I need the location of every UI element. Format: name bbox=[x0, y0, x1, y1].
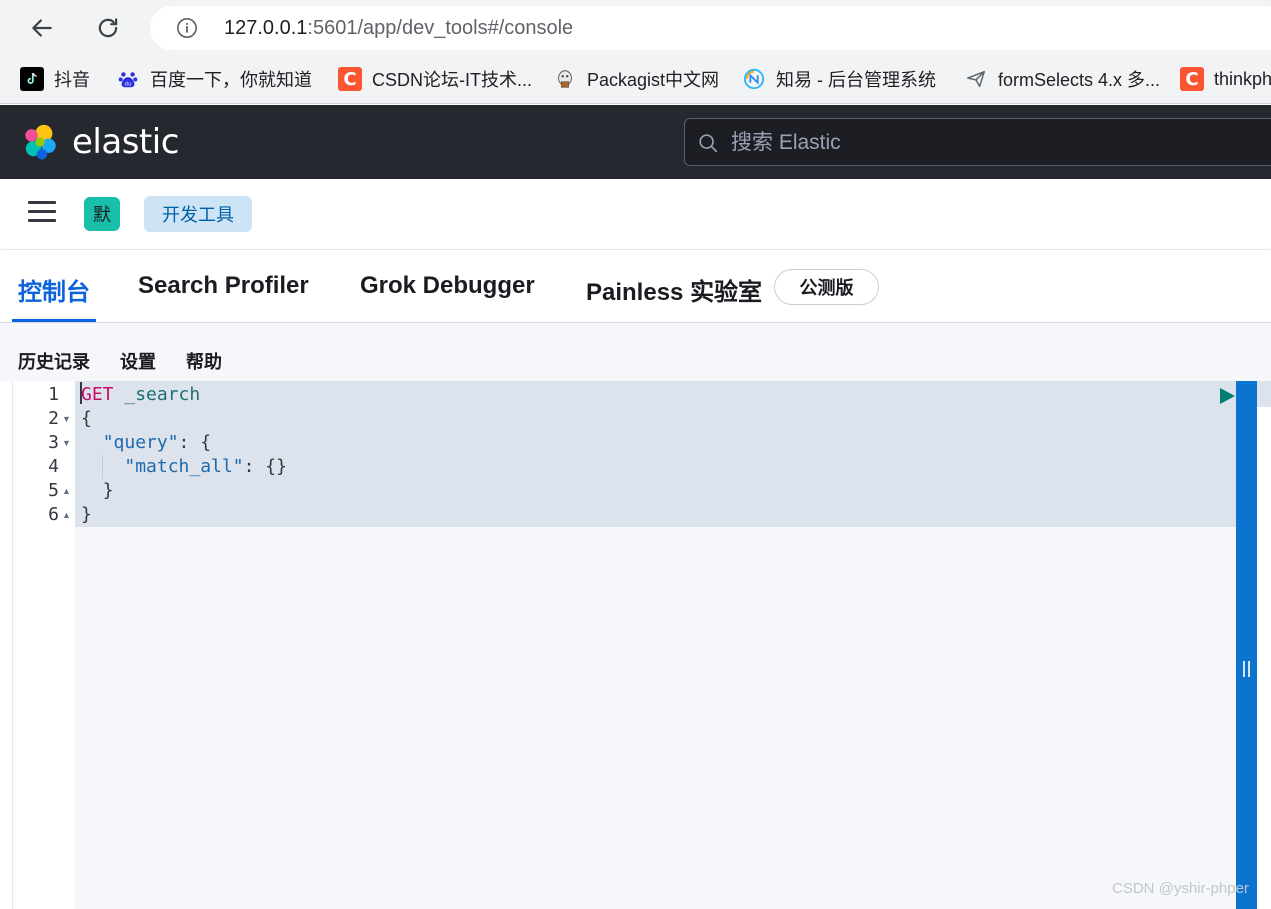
code-punctuation: : { bbox=[178, 432, 212, 453]
csdn-icon: C bbox=[338, 67, 362, 91]
search-icon bbox=[699, 134, 718, 153]
address-bar[interactable]: 127.0.0.1:5601/app/dev_tools#/console bbox=[150, 6, 1271, 50]
line-number: 6 bbox=[48, 504, 59, 525]
code-line-1: GET _search bbox=[81, 383, 200, 407]
bookmark-label: thinkph bbox=[1214, 68, 1271, 89]
output-highlight-strip bbox=[1257, 381, 1271, 407]
line-number: 2 bbox=[48, 408, 59, 429]
tab-painless-lab[interactable]: Painless 实验室 bbox=[586, 272, 762, 307]
bookmark-label: CSDN论坛-IT技术... bbox=[372, 70, 532, 90]
fold-close-icon[interactable]: ▲ bbox=[62, 479, 71, 503]
info-icon[interactable] bbox=[176, 17, 198, 39]
tiktok-icon bbox=[20, 67, 44, 91]
json-key: "query" bbox=[102, 432, 179, 453]
svg-text:du: du bbox=[125, 81, 132, 87]
url-host: 127.0.0.1 bbox=[224, 17, 308, 39]
breadcrumb-bar: 默 开发工具 bbox=[0, 179, 1271, 249]
panel-resizer[interactable] bbox=[1236, 381, 1257, 909]
play-icon[interactable] bbox=[1218, 387, 1236, 405]
back-button[interactable] bbox=[26, 12, 58, 44]
bookmark-douyin[interactable]: 抖音 bbox=[20, 66, 90, 92]
search-input[interactable] bbox=[731, 128, 1251, 158]
reload-button[interactable] bbox=[92, 12, 124, 44]
help-link[interactable]: 帮助 bbox=[186, 348, 222, 374]
line-number: 1 bbox=[48, 384, 59, 405]
menu-line bbox=[28, 210, 56, 213]
code-punctuation: : {} bbox=[243, 456, 287, 477]
bookmarks-bar: 抖音 du 百度一下，你就知道 C CSDN论坛-IT技术... Packagi… bbox=[0, 56, 1271, 104]
kibana-header: elastic bbox=[0, 105, 1271, 179]
console-editor[interactable]: 1 2 ▼ 3 ▼ 4 5 ▲ 6 ▲ GET _search { "query… bbox=[12, 381, 1266, 909]
baidu-paw-icon: du bbox=[116, 67, 140, 91]
history-link[interactable]: 历史记录 bbox=[18, 348, 90, 374]
bookmark-label: 百度一下，你就知道 bbox=[150, 70, 312, 90]
beta-badge: 公测版 bbox=[774, 269, 879, 305]
code-brace: } bbox=[81, 504, 92, 525]
arrow-left-icon bbox=[32, 19, 52, 37]
settings-link[interactable]: 设置 bbox=[120, 348, 156, 374]
drag-handle-icon[interactable] bbox=[1243, 661, 1250, 677]
line-number: 3 bbox=[48, 432, 59, 453]
bookmark-formselects[interactable]: formSelects 4.x 多... bbox=[964, 66, 1160, 92]
reload-icon bbox=[98, 18, 118, 38]
code-brace: } bbox=[102, 480, 114, 501]
bookmark-thinkphp[interactable]: C thinkph bbox=[1180, 66, 1271, 92]
fold-close-icon[interactable]: ▲ bbox=[62, 503, 71, 527]
code-line-5: } bbox=[81, 479, 114, 503]
bookmark-baidu[interactable]: du 百度一下，你就知道 bbox=[116, 66, 312, 92]
request-path: _search bbox=[113, 384, 201, 405]
url-text: 127.0.0.1:5601/app/dev_tools#/console bbox=[224, 17, 573, 40]
code-line-4: "match_all": {} bbox=[81, 455, 287, 479]
breadcrumb-dev-tools[interactable]: 开发工具 bbox=[144, 196, 252, 232]
bookmark-packagist[interactable]: Packagist中文网 bbox=[553, 66, 719, 92]
packagist-icon bbox=[553, 67, 577, 91]
menu-line bbox=[28, 219, 56, 222]
console-menu: 历史记录 设置 帮助 bbox=[0, 323, 1271, 381]
bookmark-label: formSelects 4.x 多... bbox=[998, 70, 1161, 90]
tab-console[interactable]: 控制台 bbox=[18, 272, 90, 307]
editor-gutter: 1 2 ▼ 3 ▼ 4 5 ▲ 6 ▲ bbox=[12, 381, 75, 909]
dev-tools-tabs: 控制台 Search Profiler Grok Debugger Painle… bbox=[0, 250, 1271, 323]
url-path: :5601/app/dev_tools#/console bbox=[307, 17, 574, 39]
bookmark-zhiyi[interactable]: 知易 - 后台管理系统 bbox=[742, 66, 936, 92]
active-tab-indicator bbox=[12, 319, 96, 322]
space-avatar[interactable]: 默 bbox=[84, 197, 120, 231]
code-brace: { bbox=[81, 408, 92, 429]
tab-grok-debugger[interactable]: Grok Debugger bbox=[360, 272, 535, 300]
browser-toolbar: 127.0.0.1:5601/app/dev_tools#/console bbox=[0, 0, 1271, 56]
code-line-6: } bbox=[81, 503, 92, 527]
code-line-2: { bbox=[81, 407, 92, 431]
http-method: GET bbox=[81, 384, 114, 405]
bookmark-label: 抖音 bbox=[54, 70, 90, 90]
bookmark-csdn[interactable]: C CSDN论坛-IT技术... bbox=[338, 66, 532, 92]
json-key: "match_all" bbox=[124, 456, 244, 477]
zhiyi-icon bbox=[742, 67, 766, 91]
code-line-3: "query": { bbox=[81, 431, 211, 455]
menu-line bbox=[28, 201, 56, 204]
code-area[interactable]: GET _search { "query": { "match_all": {}… bbox=[75, 381, 1266, 909]
request-highlight bbox=[75, 381, 1236, 527]
output-panel-edge bbox=[1257, 381, 1271, 909]
fold-open-icon[interactable]: ▼ bbox=[62, 431, 71, 455]
global-search[interactable] bbox=[684, 118, 1271, 166]
csdn-icon: C bbox=[1180, 67, 1204, 91]
brand-name[interactable]: elastic bbox=[72, 122, 179, 162]
watermark: CSDN @yshir-phper bbox=[1112, 880, 1249, 897]
bookmark-label: 知易 - 后台管理系统 bbox=[776, 70, 936, 90]
fold-open-icon[interactable]: ▼ bbox=[62, 407, 71, 431]
paper-plane-icon bbox=[964, 67, 988, 91]
bookmark-label: Packagist中文网 bbox=[587, 70, 720, 90]
line-number: 4 bbox=[48, 456, 59, 477]
tab-search-profiler[interactable]: Search Profiler bbox=[138, 272, 309, 300]
elastic-logo-icon[interactable] bbox=[22, 123, 60, 161]
hamburger-menu-button[interactable] bbox=[28, 201, 56, 227]
line-number: 5 bbox=[48, 480, 59, 501]
